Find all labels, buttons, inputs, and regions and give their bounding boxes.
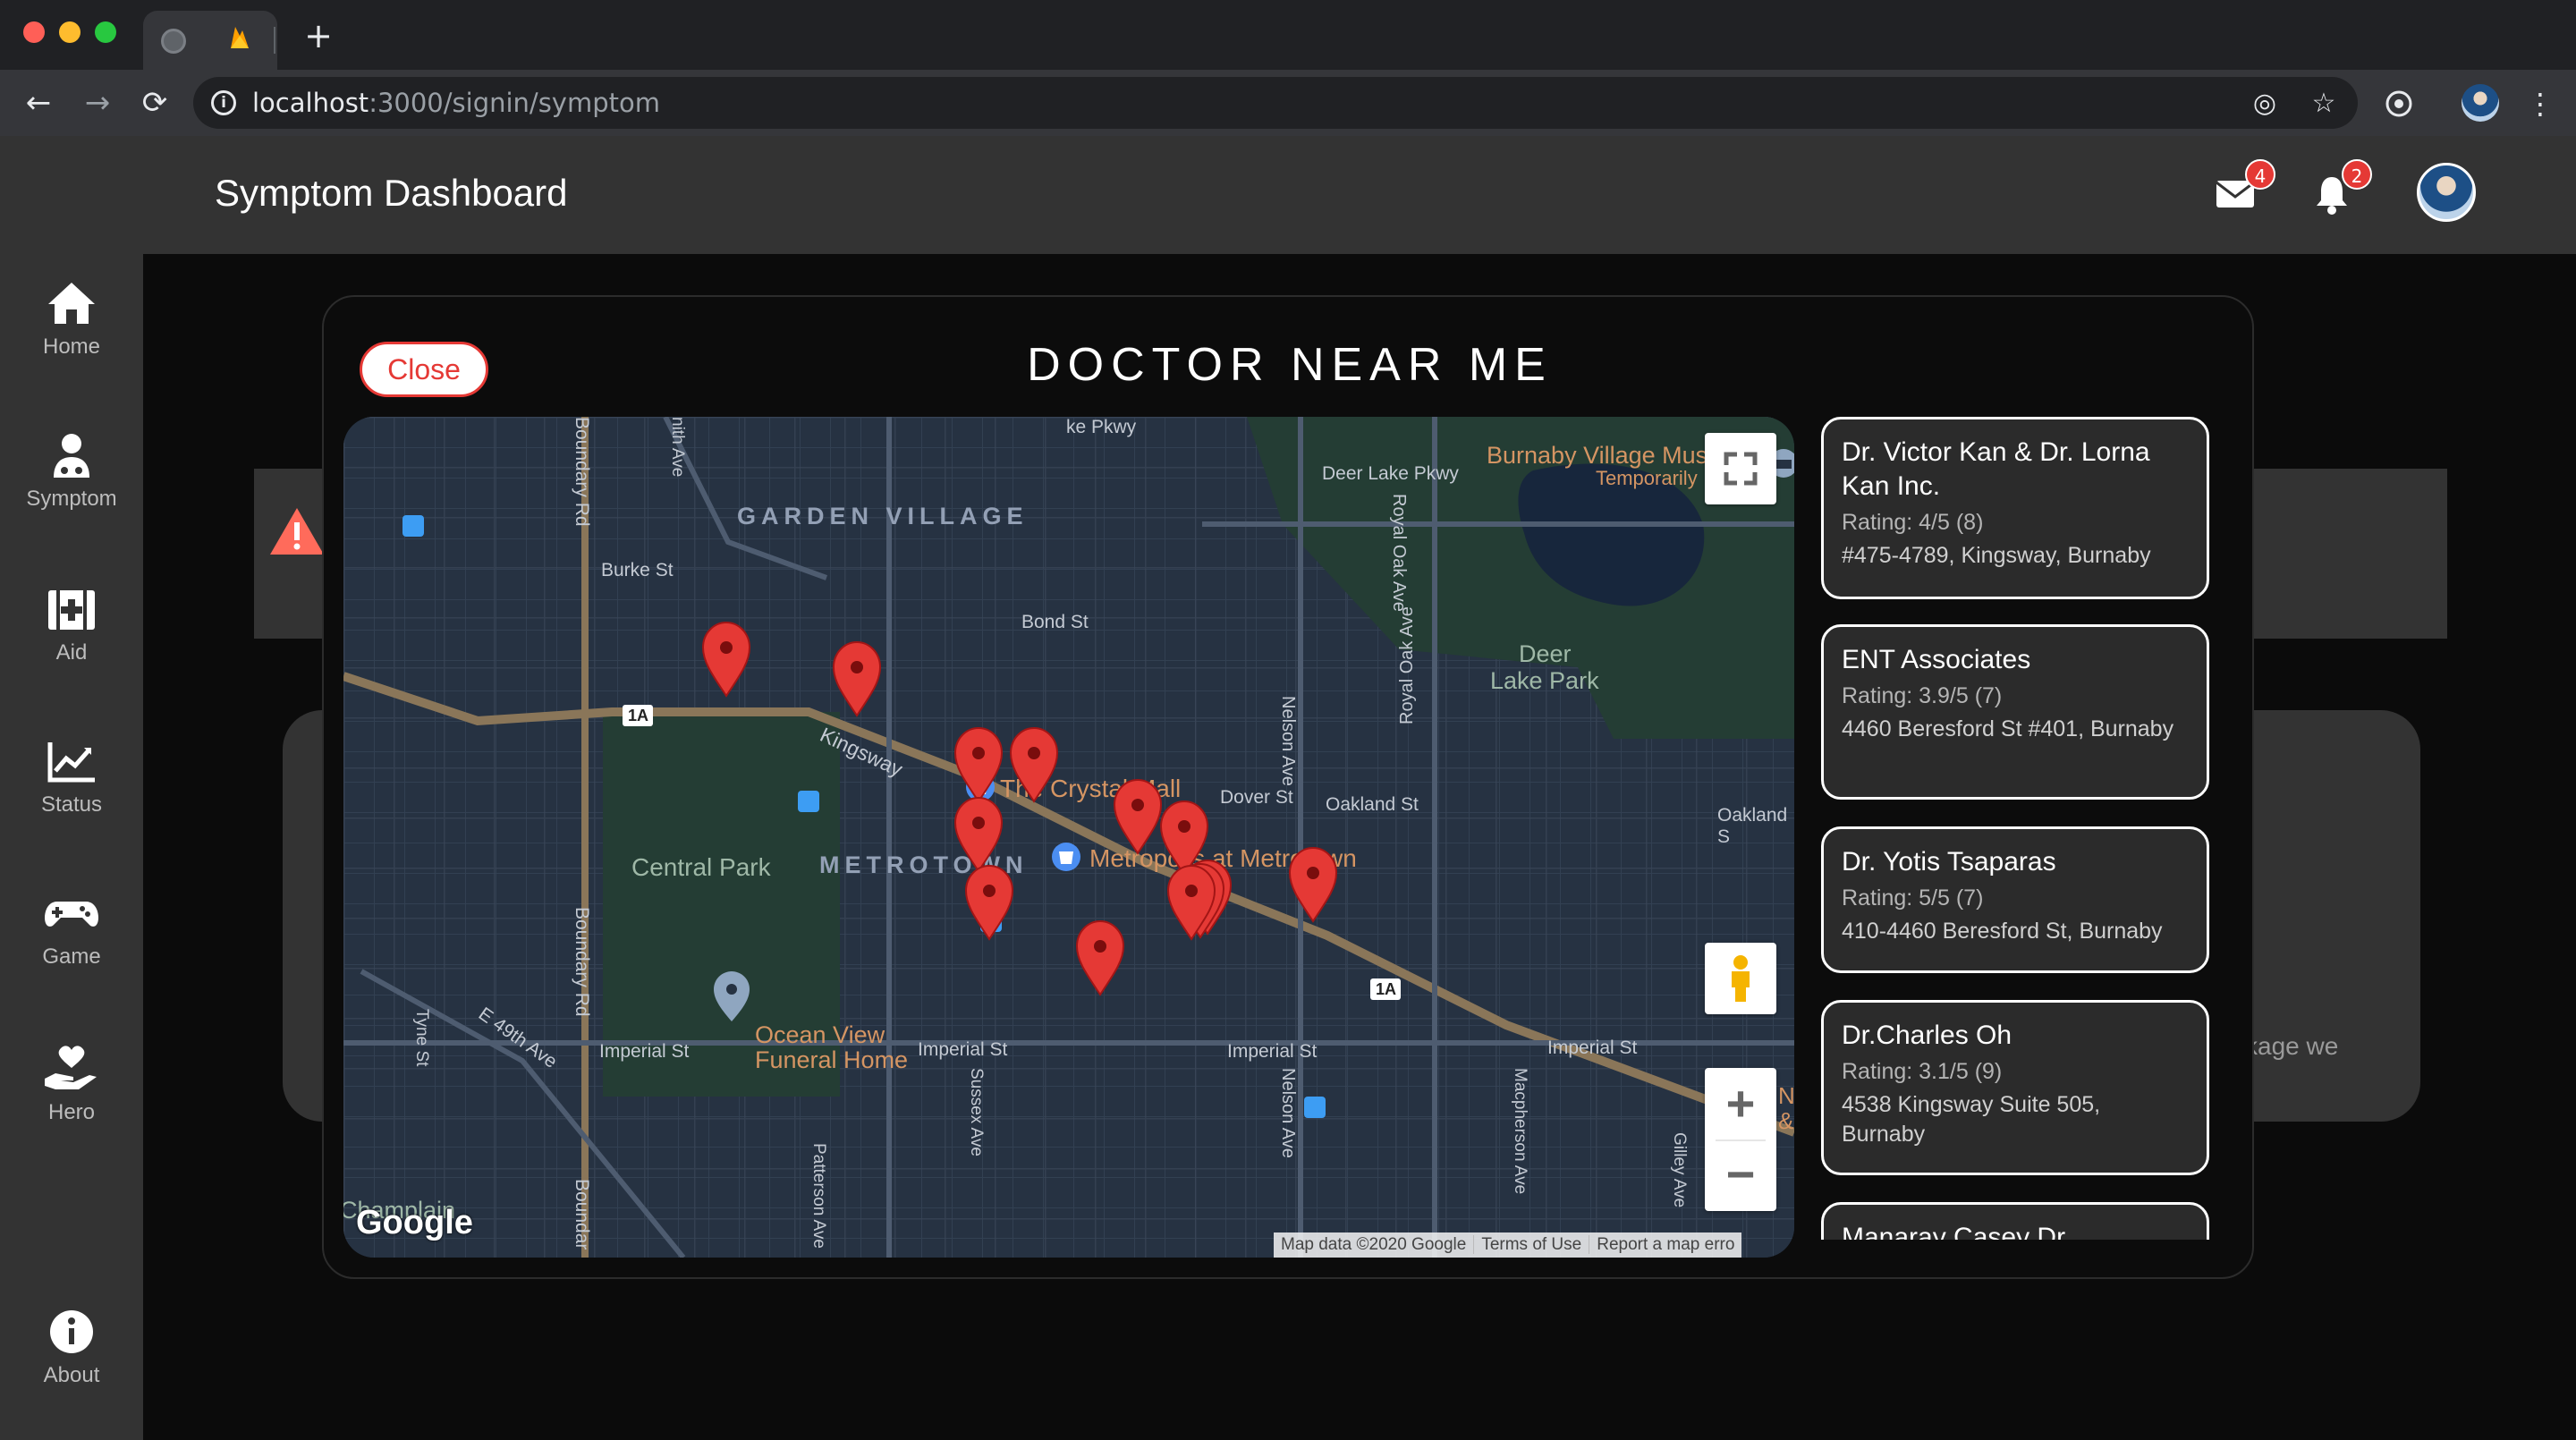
doctor-pin[interactable]	[1288, 846, 1338, 923]
doctor-card[interactable]: Manaray Casey Dr	[1821, 1202, 2209, 1240]
background-text: kage we	[2245, 1032, 2339, 1060]
doctor-name: Dr.Charles Oh	[1842, 1021, 2012, 1050]
doctor-pin[interactable]	[832, 640, 882, 717]
sidebar-item-home[interactable]: Home	[0, 279, 143, 386]
sidebar-item-label: About	[43, 1363, 100, 1387]
sidebar-item-hero[interactable]: Hero	[0, 1041, 143, 1148]
doctor-name: Dr. Yotis Tsaparas	[1842, 847, 2056, 877]
doctor-modal: Close DOCTOR NEAR ME GARDEN VILLAGE METR…	[322, 295, 2254, 1279]
doctor-name: ENT Associates	[1842, 645, 2031, 674]
doctor-rating: Rating: 4/5 (8)	[1842, 510, 1984, 535]
modal-title: DOCTOR NEAR ME	[1027, 339, 1553, 391]
doctor-icon	[54, 434, 89, 478]
sidebar-item-aid[interactable]: Aid	[0, 585, 143, 692]
street-view-button[interactable]	[1705, 943, 1776, 1014]
doctor-pins-layer	[701, 621, 1338, 996]
sidebar-item-label: Home	[42, 335, 101, 359]
doctor-pin[interactable]	[953, 726, 1004, 803]
sidebar-item-game[interactable]: Game	[0, 889, 143, 996]
extension-icon[interactable]	[2383, 88, 2415, 120]
browser-menu-icon[interactable]: ⋮	[2524, 88, 2556, 120]
info-icon[interactable]: i	[211, 90, 236, 115]
doctor-rating: Rating: 3.1/5 (9)	[1842, 1059, 2003, 1084]
user-avatar[interactable]	[2417, 163, 2476, 222]
page-title: Symptom Dashboard	[215, 172, 568, 214]
tab-separator	[274, 27, 275, 54]
sidebar-item-about[interactable]: About	[0, 1308, 143, 1415]
warning-icon	[270, 508, 324, 555]
forward-button[interactable]: →	[79, 84, 116, 122]
google-logo: Google	[356, 1204, 473, 1241]
firebase-icon[interactable]	[227, 23, 252, 52]
info-circle-icon	[50, 1310, 93, 1353]
doctor-pin[interactable]	[701, 621, 751, 698]
sidebar-item-label: Game	[42, 944, 101, 969]
sidebar-item-label: Symptom	[26, 487, 117, 511]
doctor-address: 410-4460 Beresford St, Burnaby	[1842, 919, 2163, 944]
terms-link[interactable]: Terms of Use	[1473, 1235, 1589, 1254]
address-bar[interactable]: i localhost:3000/signin/symptom ◎ ☆	[193, 77, 2358, 129]
app-header: Symptom Dashboard 4 2	[0, 136, 2576, 254]
url-text: localhost:3000/signin/symptom	[252, 88, 660, 118]
browser-tab-bar: +	[0, 0, 2576, 70]
map-data-text: Map data ©2020 Google	[1281, 1235, 1467, 1254]
zoom-in-button[interactable]: +	[1705, 1068, 1776, 1139]
chart-line-icon	[47, 742, 95, 783]
doctor-name: Dr. Victor Kan & Dr. Lorna Kan Inc.	[1842, 437, 2150, 501]
new-tab-button[interactable]: +	[301, 18, 336, 54]
sidebar: Home Symptom Aid Status Game Hero About	[0, 254, 143, 1440]
home-icon	[48, 283, 95, 324]
sidebar-item-label: Status	[40, 792, 103, 817]
doctor-card[interactable]: Dr. Yotis Tsaparas Rating: 5/5 (7) 410-4…	[1821, 826, 2209, 973]
globe-icon	[161, 29, 186, 54]
report-error-link[interactable]: Report a map erro	[1589, 1235, 1742, 1254]
browser-tab-active[interactable]	[143, 11, 277, 70]
doctor-rating: Rating: 5/5 (7)	[1842, 885, 1984, 911]
doctor-pin[interactable]	[953, 796, 1004, 873]
doctor-address: 4460 Beresford St #401, Burnaby	[1842, 716, 2174, 741]
map-attribution: Map data ©2020 Google Terms of Use Report …	[1274, 1232, 1742, 1258]
heart-hand-icon	[45, 1046, 97, 1089]
doctor-address: 4538 Kingsway Suite 505, Burnaby	[1842, 1092, 2101, 1147]
notifications-button[interactable]: 2	[2308, 159, 2372, 218]
window-minimize-button[interactable]	[59, 21, 80, 43]
sidebar-item-label: Hero	[47, 1100, 96, 1124]
doctor-address: #475-4789, Kingsway, Burnaby	[1842, 543, 2151, 568]
mail-badge: 4	[2245, 159, 2275, 190]
pegman-icon	[1732, 955, 1750, 1002]
star-icon[interactable]: ☆	[2309, 89, 2338, 118]
browser-toolbar: ← → ⟳ i localhost:3000/signin/symptom ◎ …	[0, 70, 2576, 136]
doctor-card[interactable]: Dr. Victor Kan & Dr. Lorna Kan Inc. Rati…	[1821, 417, 2209, 599]
doctor-card[interactable]: Dr.Charles Oh Rating: 3.1/5 (9) 4538 Kin…	[1821, 1000, 2209, 1175]
sidebar-item-status[interactable]: Status	[0, 737, 143, 844]
doctor-pin[interactable]	[1009, 726, 1059, 803]
first-aid-icon	[48, 590, 95, 630]
map[interactable]: GARDEN VILLAGE METROTOWN Central Park De…	[343, 417, 1794, 1258]
doctor-list[interactable]: Dr. Victor Kan & Dr. Lorna Kan Inc. Rati…	[1821, 417, 2211, 1240]
doctor-pin[interactable]	[1075, 919, 1125, 996]
location-icon[interactable]: ◎	[2250, 89, 2279, 118]
doctor-rating: Rating: 3.9/5 (7)	[1842, 683, 2003, 708]
gamepad-icon	[45, 902, 98, 927]
fullscreen-button[interactable]	[1705, 433, 1776, 504]
reload-button[interactable]: ⟳	[136, 84, 174, 122]
window-maximize-button[interactable]	[95, 21, 116, 43]
zoom-control: + −	[1705, 1068, 1776, 1211]
profile-avatar-small[interactable]	[2462, 84, 2499, 122]
sidebar-item-label: Aid	[55, 640, 88, 665]
back-button[interactable]: ←	[20, 84, 57, 122]
doctor-name: Manaray Casey Dr	[1842, 1223, 2066, 1240]
sidebar-item-symptom[interactable]: Symptom	[0, 431, 143, 538]
doctor-pin[interactable]	[1113, 778, 1163, 855]
notification-badge: 2	[2342, 159, 2372, 190]
doctor-pin[interactable]	[964, 864, 1014, 941]
fullscreen-icon	[1724, 452, 1758, 486]
mail-button[interactable]: 4	[2211, 159, 2275, 218]
zoom-out-button[interactable]: −	[1705, 1141, 1776, 1211]
window-close-button[interactable]	[23, 21, 45, 43]
doctor-card[interactable]: ENT Associates Rating: 3.9/5 (7) 4460 Be…	[1821, 624, 2209, 800]
